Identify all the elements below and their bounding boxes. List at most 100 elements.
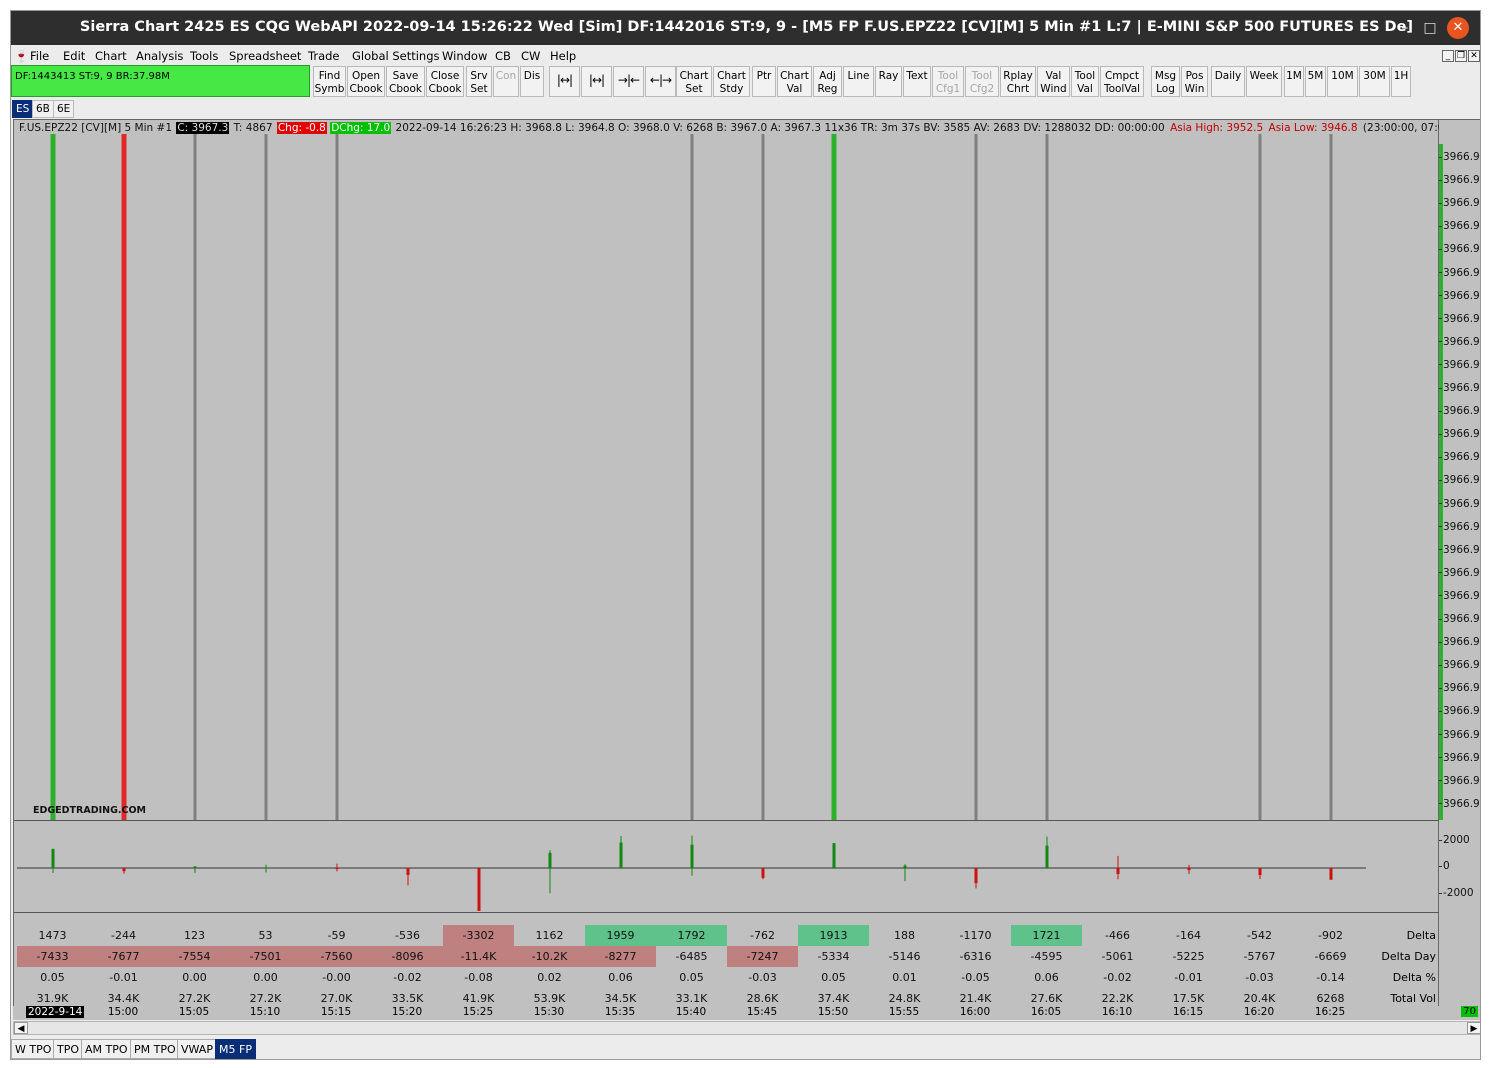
time-tick-label: 2022-9-14 bbox=[26, 1006, 85, 1018]
scroll-left-icon[interactable]: ◀ bbox=[14, 1022, 28, 1034]
spacing-decrease-icon[interactable]: |↔| bbox=[549, 66, 580, 97]
menu-tools[interactable]: Tools bbox=[190, 49, 218, 63]
mdi-restore-icon[interactable]: ❐ bbox=[1455, 50, 1467, 62]
horizontal-scrollbar[interactable]: ◀ ▶ bbox=[13, 1021, 1480, 1035]
toolbar-cmpct-toolval-button[interactable]: Cmpct ToolVal bbox=[1100, 66, 1144, 97]
chartbook-tab-m5-fp[interactable]: M5 FP bbox=[215, 1039, 256, 1059]
toolbar: DF:1443413 ST:9, 9 BR:37.98M Find Symb Ope… bbox=[11, 65, 1480, 99]
toolbar-text-button[interactable]: Text bbox=[903, 66, 931, 97]
time-tick-label: 15:15 bbox=[320, 1006, 352, 1018]
price-tick-label: 3966.9 bbox=[1439, 474, 1480, 486]
toolbar-find-symb-button[interactable]: Find Symb bbox=[313, 66, 346, 97]
toolbar-adj-reg-button[interactable]: Adj Reg bbox=[813, 66, 842, 97]
delta-bar bbox=[264, 867, 268, 869]
price-plot[interactable]: EDGEDTRADING.COM bbox=[14, 134, 1440, 820]
price-scale[interactable]: 3966.9 3966.9 3966.9 3966.9 3966.9 3966.9 3966… bbox=[1439, 119, 1480, 1019]
delta-bar bbox=[1116, 868, 1120, 875]
menu-help[interactable]: Help bbox=[550, 49, 576, 63]
menu-edit[interactable]: Edit bbox=[63, 49, 85, 63]
button-label-line2: Cbook bbox=[349, 82, 383, 95]
toolbar-close-cbook-button[interactable]: Close Cbook bbox=[426, 66, 464, 97]
study-table: 1473 -244 123 53 -59 -536 -3302 1162 1959 1792 -76… bbox=[14, 916, 1440, 1012]
menu-global-settings[interactable]: Global Settings bbox=[352, 49, 440, 63]
study-cell: -7247 bbox=[727, 946, 798, 967]
toolbar-5m-button[interactable]: 5M bbox=[1305, 66, 1326, 97]
button-label-line1: Rplay bbox=[1003, 70, 1033, 82]
chartbook-tab-vwap[interactable]: VWAP bbox=[177, 1039, 217, 1059]
minimize-icon[interactable]: – bbox=[1394, 17, 1416, 39]
toolbar-30m-button[interactable]: 30M bbox=[1359, 66, 1390, 97]
toolbar-tool-val-button[interactable]: Tool Val bbox=[1071, 66, 1099, 97]
study-cell: -0.02 bbox=[393, 971, 422, 984]
study-cell: 0.05 bbox=[821, 971, 846, 984]
toolbar-week-button[interactable]: Week bbox=[1246, 66, 1282, 97]
expand-icon[interactable]: ←|→ bbox=[645, 66, 676, 97]
button-label-line2: ToolVal bbox=[1103, 82, 1141, 95]
menu-file[interactable]: File bbox=[30, 49, 49, 63]
menu-spreadsheet[interactable]: Spreadsheet bbox=[229, 49, 301, 63]
toolbar-1h-button[interactable]: 1H bbox=[1391, 66, 1411, 97]
toolbar-ray-button[interactable]: Ray bbox=[875, 66, 902, 97]
toolbar-tool-cfg2-button[interactable]: Tool Cfg2 bbox=[965, 66, 999, 97]
close-icon[interactable]: ✕ bbox=[1447, 17, 1469, 39]
spacing-increase-icon[interactable]: |↔| bbox=[581, 66, 612, 97]
toolbar-ptr-button[interactable]: Ptr bbox=[752, 66, 776, 97]
menu-window[interactable]: Window bbox=[442, 49, 487, 63]
menu-trade[interactable]: Trade bbox=[308, 49, 340, 63]
scroll-right-icon[interactable]: ▶ bbox=[1467, 1022, 1480, 1034]
chart-region[interactable]: F.US.EPZ22 [CV][M] 5 Min #1 C: 3967.3 T:… bbox=[13, 119, 1480, 1019]
toolbar-con-button[interactable]: Con bbox=[493, 66, 519, 97]
toolbar-chart-set-button[interactable]: Chart Set bbox=[676, 66, 712, 97]
toolbar-pos-win-button[interactable]: Pos Win bbox=[1181, 66, 1208, 97]
button-label-line1: 1M bbox=[1286, 70, 1302, 82]
study-cell: 0.06 bbox=[608, 971, 633, 984]
time-tick-label: 16:10 bbox=[1101, 1006, 1133, 1018]
app-logo-icon[interactable]: 🍷 bbox=[14, 49, 28, 63]
button-label-line2: Set bbox=[685, 82, 703, 95]
time-tick-label: 15:40 bbox=[675, 1006, 707, 1018]
mdi-close-icon[interactable]: ✕ bbox=[1468, 50, 1480, 62]
toolbar-rplay-chrt-button[interactable]: Rplay Chrt bbox=[1000, 66, 1036, 97]
toolbar-srv-set-button[interactable]: Srv Set bbox=[466, 66, 492, 97]
symbol-tab-6b[interactable]: 6B bbox=[32, 100, 54, 118]
mdi-minimize-icon[interactable]: _ bbox=[1442, 50, 1454, 62]
study-cell: -7677 bbox=[88, 946, 159, 967]
button-label-line1: ←|→ bbox=[649, 73, 672, 87]
delta-bar bbox=[1329, 868, 1333, 880]
button-label-line1: 30M bbox=[1363, 70, 1386, 82]
chartbook-tab-am-tpo[interactable]: AM TPO bbox=[81, 1039, 132, 1059]
chartbook-tab-tpo[interactable]: TPO bbox=[53, 1039, 84, 1059]
toolbar-10m-button[interactable]: 10M bbox=[1327, 66, 1358, 97]
toolbar-val-wind-button[interactable]: Val Wind bbox=[1037, 66, 1070, 97]
delta-study-plot[interactable] bbox=[14, 820, 1440, 913]
delta-bar bbox=[619, 842, 623, 868]
toolbar-dis-button[interactable]: Dis bbox=[520, 66, 544, 97]
symbol-tab-6e[interactable]: 6E bbox=[53, 100, 75, 118]
time-tick-label: 15:20 bbox=[391, 1006, 423, 1018]
study-cell: -536 bbox=[395, 929, 420, 942]
toolbar-save-cbook-button[interactable]: Save Cbook bbox=[386, 66, 425, 97]
toolbar-chart-stdy-button[interactable]: Chart Stdy bbox=[713, 66, 750, 97]
maximize-icon[interactable]: □ bbox=[1419, 17, 1441, 39]
toolbar-open-cbook-button[interactable]: Open Cbook bbox=[347, 66, 385, 97]
symbol-tab-es[interactable]: ES bbox=[12, 100, 34, 118]
chartbook-tab-w-tpo[interactable]: W TPO bbox=[11, 1039, 56, 1059]
menu-chart[interactable]: Chart bbox=[95, 49, 127, 63]
delta-bar bbox=[1258, 868, 1262, 876]
toolbar-daily-button[interactable]: Daily bbox=[1211, 66, 1245, 97]
menu-bar: 🍷 File Edit Chart Analysis Tools Spreadsheet T… bbox=[11, 47, 1480, 65]
button-label-line1: Tool bbox=[937, 70, 959, 82]
toolbar-msg-log-button[interactable]: Msg Log bbox=[1151, 66, 1180, 97]
toolbar-line-button[interactable]: Line bbox=[843, 66, 874, 97]
toolbar-tool-cfg1-button[interactable]: Tool Cfg1 bbox=[932, 66, 964, 97]
price-tick-label: 3966.9 bbox=[1439, 428, 1480, 440]
toolbar-chart-val-button[interactable]: Chart Val bbox=[777, 66, 812, 97]
time-axis[interactable]: 2022-9-14 15:00 15:05 15:10 15:15 15:20 15:25 1… bbox=[13, 1006, 1480, 1020]
menu-analysis[interactable]: Analysis bbox=[136, 49, 183, 63]
toolbar-1m-button[interactable]: 1M bbox=[1284, 66, 1304, 97]
title-bar[interactable]: Sierra Chart 2425 ES CQG WebAPI 2022-09-… bbox=[11, 11, 1480, 45]
menu-cw[interactable]: CW bbox=[521, 49, 540, 63]
chartbook-tab-pm-tpo[interactable]: PM TPO bbox=[130, 1039, 180, 1059]
menu-cb[interactable]: CB bbox=[495, 49, 511, 63]
compress-icon[interactable]: →|← bbox=[613, 66, 644, 97]
